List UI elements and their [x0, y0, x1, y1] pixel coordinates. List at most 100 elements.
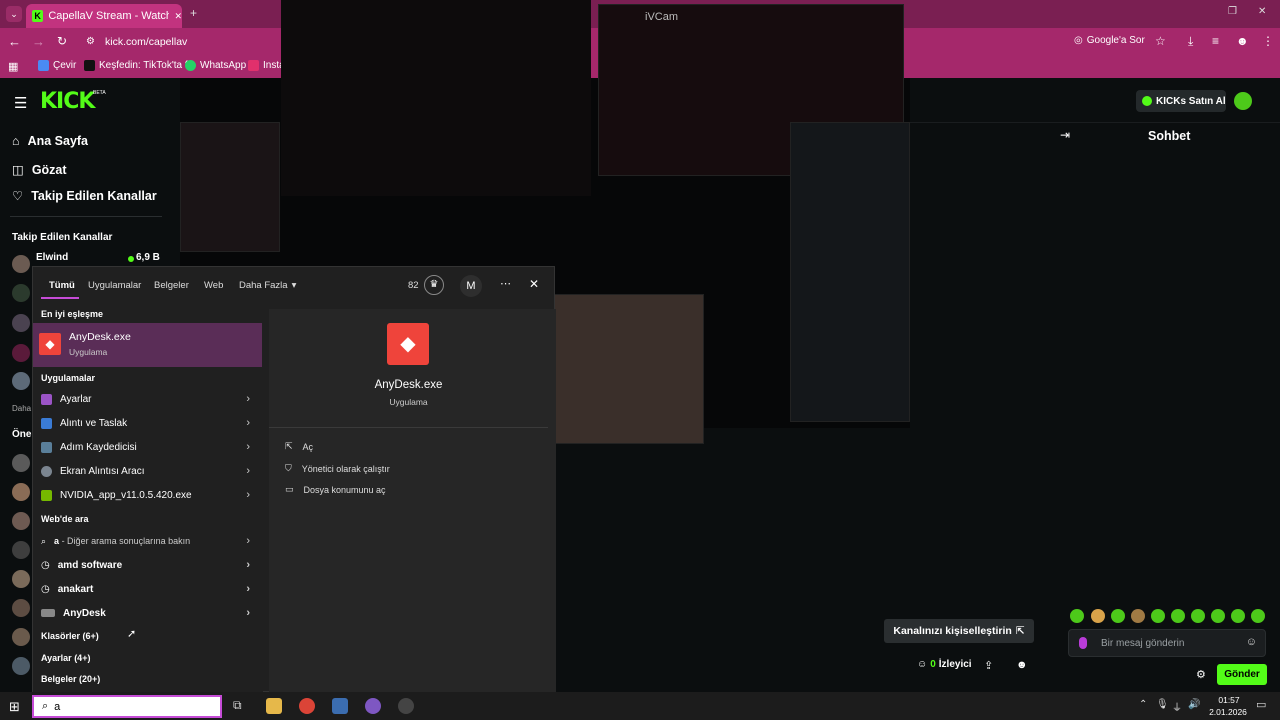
avatar[interactable] — [12, 657, 30, 675]
action-open[interactable]: ⇱ Aç — [285, 441, 313, 452]
avatar[interactable] — [12, 512, 30, 530]
clock-date[interactable]: 2.01.2026 — [1203, 707, 1253, 717]
tab-documents[interactable]: Belgeler — [154, 280, 189, 291]
app-icon[interactable] — [332, 698, 348, 714]
apps-grid-icon[interactable]: ▦ — [8, 60, 18, 73]
emote-icon[interactable] — [1091, 609, 1105, 623]
emote-icon[interactable] — [1251, 609, 1265, 623]
tray-overflow-icon[interactable]: ⌃ — [1139, 699, 1147, 710]
collapse-chat-icon[interactable]: ⇥ — [1060, 128, 1070, 142]
avatar[interactable] — [12, 541, 30, 559]
emote-icon[interactable] — [1111, 609, 1125, 623]
folders-heading[interactable]: Klasörler (6+) — [41, 631, 99, 641]
web-result-anydesk[interactable]: AnyDesk › — [33, 602, 262, 624]
sidebar-item-following[interactable]: ♡ Takip Edilen Kanallar — [12, 188, 157, 204]
sidebar-item-browse[interactable]: ◫ Gözat — [12, 162, 67, 178]
tab-web[interactable]: Web — [204, 280, 223, 291]
media-control-icon[interactable]: ≡ — [1212, 34, 1219, 48]
result-nvidia[interactable]: NVIDIA_app_v11.0.5.420.exe › — [33, 484, 262, 506]
clock-time[interactable]: 01:57 — [1207, 695, 1251, 705]
avatar[interactable] — [12, 570, 30, 588]
bookmark-instagram[interactable]: Insta — [248, 60, 285, 71]
close-search-icon[interactable]: ✕ — [529, 277, 539, 291]
url-field[interactable]: kick.com/capellav — [105, 36, 187, 48]
tab-apps[interactable]: Uygulamalar — [88, 280, 141, 291]
kick-logo[interactable]: KICK — [40, 89, 95, 114]
bookmark-translate[interactable]: Çevir — [38, 60, 76, 71]
result-steps-recorder[interactable]: Adım Kaydedicisi › — [33, 436, 262, 458]
hamburger-menu-icon[interactable]: ☰ — [14, 94, 27, 112]
rewards-icon[interactable]: ♛ — [424, 275, 444, 295]
chat-input[interactable]: Bir mesaj gönderin ☺ — [1068, 629, 1266, 657]
web-result-anakart[interactable]: ◷ anakart › — [33, 578, 262, 600]
tab-close-icon[interactable]: ✕ — [174, 11, 182, 22]
bookmark-whatsapp[interactable]: WhatsApp — [185, 60, 246, 71]
result-settings[interactable]: Ayarlar › — [33, 388, 262, 410]
emote-icon[interactable] — [1191, 609, 1205, 623]
buy-kicks-button[interactable]: KICKs Satın Al — [1136, 90, 1226, 112]
avatar[interactable] — [12, 344, 30, 362]
close-window-icon[interactable]: ✕ — [1258, 6, 1266, 17]
mic-tray-icon[interactable]: 🎙 — [1156, 699, 1169, 710]
site-info-icon[interactable]: ⚙ — [86, 36, 95, 47]
discord-icon[interactable] — [365, 698, 381, 714]
profile-icon[interactable]: ☻ — [1236, 34, 1249, 48]
emote-icon[interactable] — [1231, 609, 1245, 623]
follow-icon[interactable]: ☻ — [1016, 659, 1028, 671]
reload-icon[interactable]: ↻ — [57, 34, 67, 48]
sidebar-item-home[interactable]: ⌂ Ana Sayfa — [12, 134, 88, 148]
action-open-location[interactable]: ▭ Dosya konumunu aç — [285, 484, 386, 495]
notification-icon[interactable]: ▭ — [1256, 698, 1266, 711]
tab-list-icon[interactable]: ⌄ — [6, 6, 22, 22]
obs-icon[interactable] — [398, 698, 414, 714]
emote-icon[interactable] — [1171, 609, 1185, 623]
avatar[interactable] — [12, 314, 30, 332]
chat-settings-icon[interactable]: ⚙ — [1196, 668, 1206, 681]
avatar[interactable] — [12, 628, 30, 646]
browser-tab[interactable]: K CapellaV Stream - Watch Live o ✕ — [26, 4, 182, 28]
result-snipping[interactable]: Alıntı ve Taslak › — [33, 412, 262, 434]
avatar[interactable] — [12, 372, 30, 390]
share-icon[interactable]: ⇪ — [984, 659, 993, 672]
google-ask-button[interactable]: ◎ Google'a Sor — [1074, 35, 1145, 46]
emote-icon[interactable] — [1070, 609, 1084, 623]
send-button[interactable]: Gönder — [1217, 664, 1267, 685]
bookmark-star-icon[interactable]: ☆ — [1155, 34, 1166, 48]
bookmark-tiktok[interactable]: Keşfedin: TikTok'ta f... — [84, 60, 196, 71]
emoji-icon[interactable]: ☺ — [1246, 636, 1257, 648]
best-match-item[interactable]: ◆ AnyDesk.exe Uygulama — [33, 323, 262, 367]
user-avatar-icon[interactable] — [1234, 92, 1252, 110]
web-result-other[interactable]: ⌕ a - Diğer arama sonuçlarına bakın › — [33, 530, 262, 552]
more-options-icon[interactable]: ⋯ — [500, 277, 511, 290]
download-icon[interactable]: ⤓ — [1188, 34, 1193, 49]
usb-tray-icon[interactable]: ⏚ — [1172, 699, 1182, 714]
task-view-icon[interactable]: ⧉ — [233, 698, 242, 713]
customize-channel-button[interactable]: Kanalınızı kişiselleştirin ⇱ — [884, 619, 1034, 643]
result-snipping-tool[interactable]: Ekran Alıntısı Aracı › — [33, 460, 262, 482]
avatar[interactable] — [12, 599, 30, 617]
tab-all[interactable]: Tümü — [49, 280, 75, 291]
restore-window-icon[interactable]: ❐ — [1228, 6, 1237, 17]
back-icon[interactable]: ← — [8, 34, 21, 49]
settings-heading[interactable]: Ayarlar (4+) — [41, 653, 90, 663]
chrome-icon[interactable] — [299, 698, 315, 714]
new-tab-button[interactable]: + — [190, 6, 197, 20]
web-result-amd[interactable]: ◷ amd software › — [33, 554, 262, 576]
documents-heading[interactable]: Belgeler (20+) — [41, 674, 100, 684]
emote-icon[interactable] — [1151, 609, 1165, 623]
channel-name[interactable]: Elwind — [36, 252, 68, 263]
avatar[interactable] — [12, 483, 30, 501]
account-avatar[interactable]: M — [460, 275, 482, 297]
emote-icon[interactable] — [1131, 609, 1145, 623]
forward-icon[interactable]: → — [32, 34, 45, 49]
start-icon[interactable]: ⊞ — [9, 699, 20, 715]
action-run-as-admin[interactable]: ⛉ Yönetici olarak çalıştır — [285, 463, 390, 474]
show-more-link[interactable]: Daha — [12, 404, 31, 413]
avatar[interactable] — [12, 454, 30, 472]
avatar[interactable] — [12, 284, 30, 302]
taskbar-search-input[interactable]: ⌕ a — [32, 695, 222, 718]
file-explorer-icon[interactable] — [266, 698, 282, 714]
tab-more[interactable]: Daha Fazla ▾ — [239, 280, 296, 291]
volume-icon[interactable]: 🔊 — [1188, 699, 1200, 710]
emote-icon[interactable] — [1211, 609, 1225, 623]
